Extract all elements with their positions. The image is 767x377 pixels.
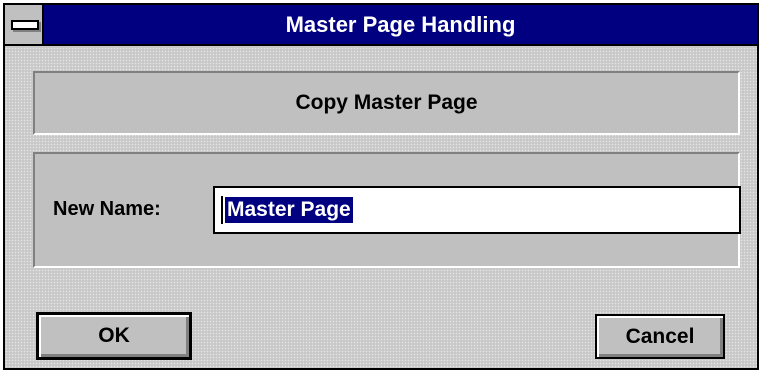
window-title: Master Page Handling <box>285 12 516 37</box>
dialog-window: Master Page Handling Copy Master Page Ne… <box>3 3 759 370</box>
cancel-button[interactable]: Cancel <box>595 314 725 359</box>
system-menu-icon <box>11 20 39 30</box>
new-name-label: New Name: <box>53 198 161 220</box>
ok-button[interactable]: OK <box>36 312 192 360</box>
name-panel: New Name: Master Page <box>33 152 741 268</box>
header-label: Copy Master Page <box>295 91 478 114</box>
system-menu-button[interactable] <box>5 5 44 44</box>
title-bar[interactable]: Master Page Handling <box>5 5 757 46</box>
header-panel: Copy Master Page <box>33 71 740 135</box>
text-caret <box>221 196 223 224</box>
selected-text: Master Page <box>225 197 353 223</box>
new-name-input[interactable]: Master Page <box>213 186 741 234</box>
